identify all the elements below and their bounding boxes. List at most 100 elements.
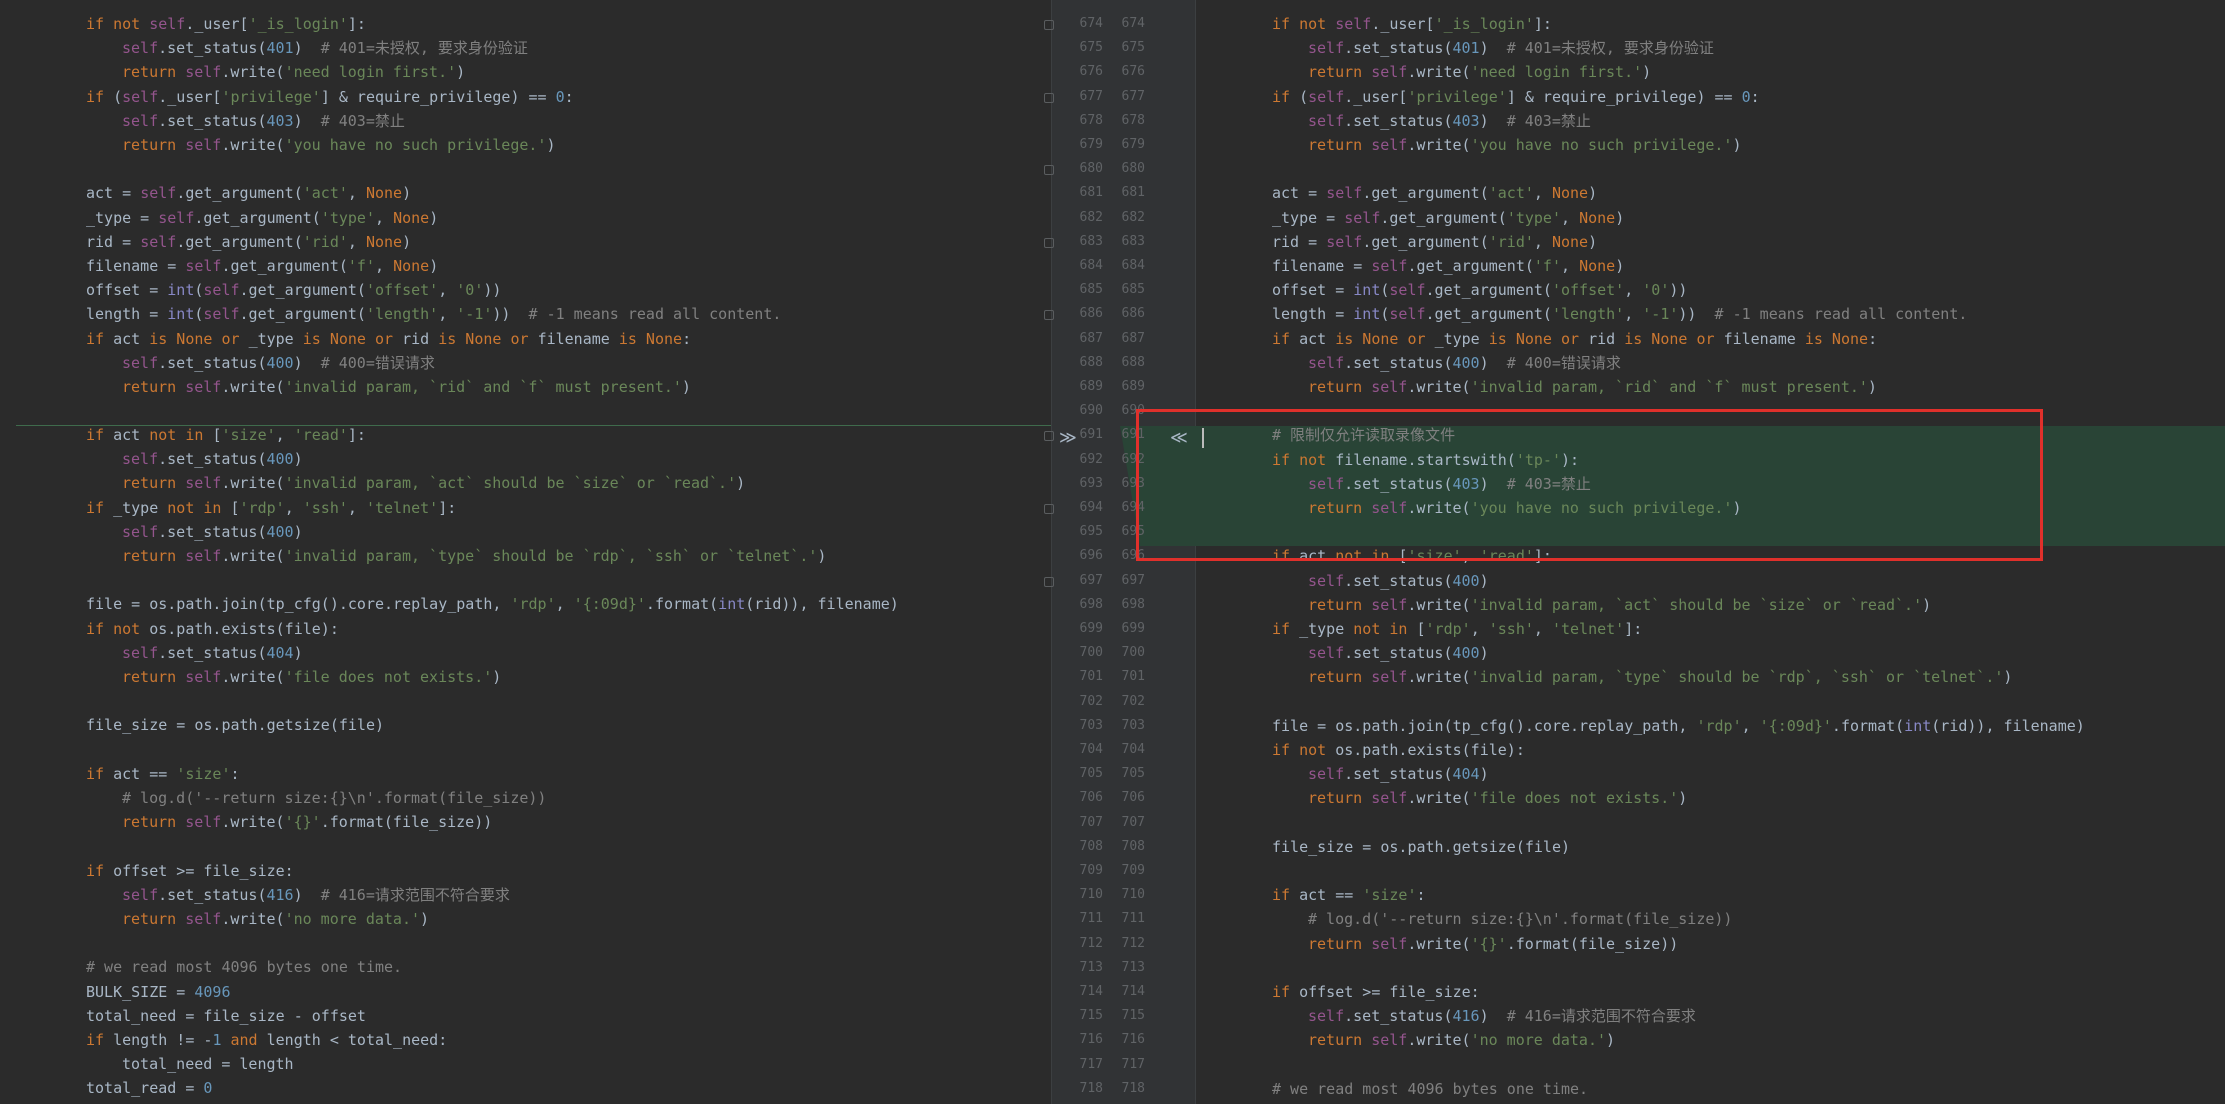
code-line[interactable]: file = os.path.join(tp_cfg().core.replay… [1196,714,2225,738]
fold-marker-icon[interactable] [1044,92,1054,103]
code-line[interactable]: if act not in ['size', 'read']: [0,423,1051,447]
code-line[interactable]: total_read = 0 [0,1076,1051,1100]
code-token: .set_status( [1344,39,1453,58]
code-line[interactable]: # we read most 4096 bytes one time. [1196,1077,2225,1101]
double-chevron-right-icon[interactable]: ≫ [1059,428,1077,448]
code-line[interactable]: if act is None or _type is None or rid i… [0,327,1051,351]
code-line[interactable]: total_need = length [0,1052,1051,1076]
code-line[interactable] [1196,1053,2225,1077]
code-line[interactable]: # log.d('--return size:{}\n'.format(file… [0,786,1051,810]
code-line[interactable]: if not self._user['_is_login']: [1196,12,2225,36]
code-line[interactable]: if not os.path.exists(file): [1196,738,2225,762]
code-line[interactable]: self.set_status(400) [1196,641,2225,665]
code-line[interactable] [0,157,1051,181]
fold-marker-icon[interactable] [1044,237,1054,248]
code-token: '{}' [1470,934,1507,953]
code-line[interactable]: if act == 'size': [1196,883,2225,907]
fold-marker-icon[interactable] [1044,310,1054,321]
code-line[interactable]: self.set_status(401) # 401=未授权, 要求身份验证 [0,36,1051,60]
code-line[interactable]: return self.write('file does not exists.… [1196,786,2225,810]
code-line[interactable]: total_need = file_size - offset [0,1004,1051,1028]
code-line[interactable]: self.set_status(404) [0,641,1051,665]
code-line[interactable]: return self.write('invalid param, `rid` … [1196,375,2225,399]
code-line[interactable]: self.set_status(400) [0,447,1051,471]
code-line[interactable]: return self.write('need login first.') [1196,60,2225,84]
code-line[interactable]: length = int(self.get_argument('length',… [1196,302,2225,326]
code-line[interactable]: self.set_status(401) # 401=未授权, 要求身份验证 [1196,36,2225,60]
code-line[interactable]: # log.d('--return size:{}\n'.format(file… [1196,907,2225,931]
code-line[interactable]: # we read most 4096 bytes one time. [0,955,1051,979]
code-line[interactable]: _type = self.get_argument('type', None) [0,206,1051,230]
code-line[interactable]: act = self.get_argument('act', None) [1196,181,2225,205]
code-line[interactable]: offset = int(self.get_argument('offset',… [0,278,1051,302]
code-line[interactable]: offset = int(self.get_argument('offset',… [1196,278,2225,302]
code-line[interactable]: return self.write('invalid param, `type`… [0,544,1051,568]
code-line[interactable]: filename = self.get_argument('f', None) [1196,254,2225,278]
code-line[interactable]: file_size = os.path.getsize(file) [1196,835,2225,859]
code-line[interactable]: if not os.path.exists(file): [0,617,1051,641]
code-line[interactable]: self.set_status(403) # 403=禁止 [1196,109,2225,133]
code-line[interactable]: return self.write('you have no such priv… [0,133,1051,157]
fold-marker-icon[interactable] [1044,431,1054,442]
code-line[interactable]: self.set_status(400) [0,520,1051,544]
code-line[interactable]: self.set_status(400) [1196,569,2225,593]
code-line[interactable]: if act is None or _type is None or rid i… [1196,327,2225,351]
code-line[interactable] [1196,811,2225,835]
code-line[interactable]: self.set_status(400) # 400=错误请求 [1196,351,2225,375]
code-line[interactable] [1196,690,2225,714]
left-code-pane[interactable]: if not self._user['_is_login']: self.set_… [0,0,1051,1104]
code-line[interactable]: self.set_status(400) # 400=错误请求 [0,351,1051,375]
code-line[interactable]: if length != -1 and length < total_need: [0,1028,1051,1052]
code-token: act = [1272,184,1327,203]
code-token: 1 [212,1031,231,1049]
code-line[interactable] [0,689,1051,713]
fold-marker-icon[interactable] [1044,165,1054,176]
code-line[interactable]: file_size = os.path.getsize(file) [0,713,1051,737]
code-line[interactable]: if _type not in ['rdp', 'ssh', 'telnet']… [0,496,1051,520]
code-line[interactable] [0,738,1051,762]
code-line[interactable]: act = self.get_argument('act', None) [0,181,1051,205]
code-token: : [230,764,240,783]
code-line[interactable]: return self.write('need login first.') [0,60,1051,84]
code-line[interactable]: self.set_status(404) [1196,762,2225,786]
code-line[interactable] [1196,859,2225,883]
code-line[interactable]: _type = self.get_argument('type', None) [1196,206,2225,230]
code-line[interactable]: if _type not in ['rdp', 'ssh', 'telnet']… [1196,617,2225,641]
code-line[interactable]: return self.write('{}'.format(file_size)… [0,810,1051,834]
code-line[interactable]: if not self._user['_is_login']: [0,12,1051,36]
code-line[interactable] [0,834,1051,858]
code-line[interactable]: self.set_status(416) # 416=请求范围不符合要求 [0,883,1051,907]
code-line[interactable]: return self.write('invalid param, `act` … [1196,593,2225,617]
code-line[interactable]: return self.write('{}'.format(file_size)… [1196,932,2225,956]
code-line[interactable] [0,931,1051,955]
code-line[interactable]: if (self._user['privilege'] & require_pr… [1196,85,2225,109]
code-line[interactable]: return self.write('invalid param, `act` … [0,471,1051,495]
code-line[interactable]: rid = self.get_argument('rid', None) [0,230,1051,254]
code-line[interactable]: length = int(self.get_argument('length',… [0,302,1051,326]
code-line[interactable]: if (self._user['privilege'] & require_pr… [0,85,1051,109]
code-line[interactable]: rid = self.get_argument('rid', None) [1196,230,2225,254]
code-line[interactable] [1196,956,2225,980]
code-token: .write( [1407,789,1471,808]
code-line[interactable]: if offset >= file_size: [0,859,1051,883]
code-line[interactable]: return self.write('invalid param, `type`… [1196,665,2225,689]
code-line[interactable]: if offset >= file_size: [1196,980,2225,1004]
code-line[interactable] [0,568,1051,592]
code-line[interactable]: return self.write('no more data.') [1196,1028,2225,1052]
code-line[interactable]: if act == 'size': [0,762,1051,786]
code-line[interactable]: self.set_status(416) # 416=请求范围不符合要求 [1196,1004,2225,1028]
code-line[interactable] [0,399,1051,423]
code-token: 400 [266,353,294,372]
code-line[interactable]: filename = self.get_argument('f', None) [0,254,1051,278]
code-line[interactable]: return self.write('file does not exists.… [0,665,1051,689]
code-line[interactable]: return self.write('no more data.') [0,907,1051,931]
code-line[interactable]: self.set_status(403) # 403=禁止 [0,109,1051,133]
fold-marker-icon[interactable] [1044,20,1054,30]
code-line[interactable]: return self.write('you have no such priv… [1196,133,2225,157]
code-line[interactable]: return self.write('invalid param, `rid` … [0,375,1051,399]
code-line[interactable]: file = os.path.join(tp_cfg().core.replay… [0,592,1051,616]
code-line[interactable]: BULK_SIZE = 4096 [0,980,1051,1004]
fold-marker-icon[interactable] [1044,504,1054,514]
code-line[interactable] [1196,157,2225,181]
fold-marker-icon[interactable] [1044,576,1054,587]
